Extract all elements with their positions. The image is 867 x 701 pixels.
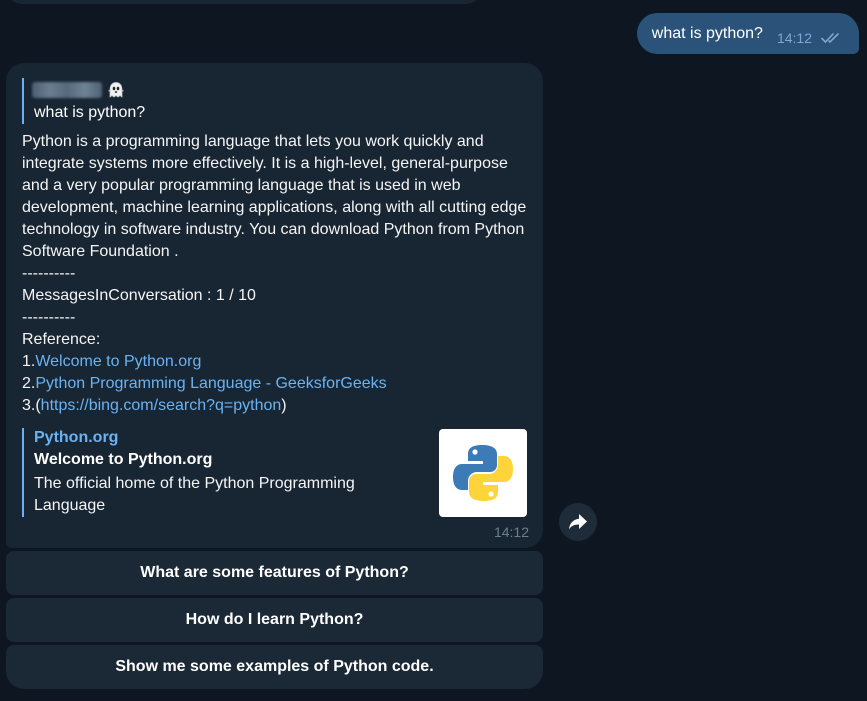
link-preview-description: The official home of the Python Programm… (34, 475, 355, 514)
outgoing-message-meta: 14:12 (777, 30, 843, 46)
reply-quote-text: what is python? (34, 104, 146, 121)
link-preview[interactable]: Python.org Welcome to Python.org The off… (22, 428, 529, 517)
previous-message-bubble (6, 0, 482, 4)
reference-item-1: 1.Welcome to Python.org (22, 353, 202, 370)
reference-item-2: 2.Python Programming Language - Geeksfor… (22, 375, 387, 392)
separator-line: ---------- (22, 309, 76, 326)
forward-arrow-icon (569, 514, 587, 530)
message-body: Python is a programming language that le… (22, 131, 532, 417)
reply-sender (32, 80, 126, 100)
messages-count: MessagesInConversation : 1 / 10 (22, 287, 256, 304)
separator-line: ---------- (22, 265, 76, 282)
keyboard-button-features[interactable]: What are some features of Python? (6, 551, 543, 595)
incoming-message-time: 14:12 (493, 524, 529, 540)
keyboard-button-examples[interactable]: Show me some examples of Python code. (6, 645, 543, 689)
incoming-message-bubble[interactable]: what is python? Python is a programming … (6, 63, 543, 548)
double-check-icon (821, 32, 843, 44)
outgoing-message-time: 14:12 (776, 30, 812, 46)
python-logo-icon (453, 445, 513, 501)
link-preview-title: Welcome to Python.org (34, 451, 213, 468)
reference-item-3: 3.(https://bing.com/search?q=python) (22, 397, 287, 414)
outgoing-message-text: what is python? (651, 24, 763, 42)
message-paragraph: Python is a programming language that le… (22, 133, 527, 260)
reply-quote[interactable]: what is python? (22, 78, 324, 124)
forward-button[interactable] (559, 503, 597, 541)
ghost-icon (106, 80, 126, 100)
reference-link-3[interactable]: https://bing.com/search?q=python (41, 397, 282, 414)
link-preview-thumbnail[interactable] (439, 429, 527, 517)
outgoing-message-bubble[interactable]: what is python? 14:12 (636, 13, 859, 54)
reference-link-2[interactable]: Python Programming Language - GeeksforGe… (35, 375, 386, 392)
link-preview-site: Python.org (34, 429, 119, 446)
reference-link-1[interactable]: Welcome to Python.org (35, 353, 201, 370)
blurred-sender-name (32, 82, 102, 98)
reference-label: Reference: (22, 331, 101, 348)
keyboard-button-learn[interactable]: How do I learn Python? (6, 598, 543, 642)
